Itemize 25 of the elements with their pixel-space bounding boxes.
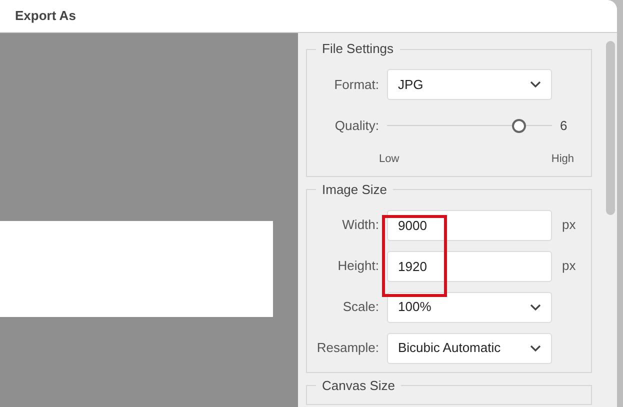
field-label: Resample: (316, 339, 380, 358)
window-title: Export As (15, 7, 76, 26)
slider-thumb[interactable] (512, 118, 526, 132)
section-title: File Settings (321, 41, 395, 57)
chevron-down-icon (530, 344, 541, 352)
scrollbar-thumb[interactable] (606, 41, 615, 215)
section-title: Canvas Size (321, 378, 396, 394)
input-field[interactable]: 1920 (387, 250, 552, 282)
field-label: Scale: (342, 298, 380, 316)
slider-max-label: High (551, 152, 574, 167)
field-label: Quality: (334, 116, 380, 135)
section-title: Image Size (321, 182, 388, 198)
chevron-down-icon (530, 81, 541, 88)
dropdown[interactable]: 100% (387, 292, 552, 322)
field-label: Format: (333, 76, 380, 94)
chevron-down-icon (530, 304, 541, 310)
field-label: Height: (336, 257, 380, 276)
unit-label: px (562, 257, 576, 276)
field-label: Width: (341, 216, 380, 234)
dropdown[interactable]: Bicubic Automatic (387, 332, 552, 364)
unit-label: px (562, 216, 576, 234)
input-field[interactable]: 9000 (387, 210, 552, 240)
slider-min-label: Low (379, 152, 400, 167)
dropdown[interactable]: JPG (387, 69, 552, 100)
slider-value: 6 (560, 116, 568, 135)
